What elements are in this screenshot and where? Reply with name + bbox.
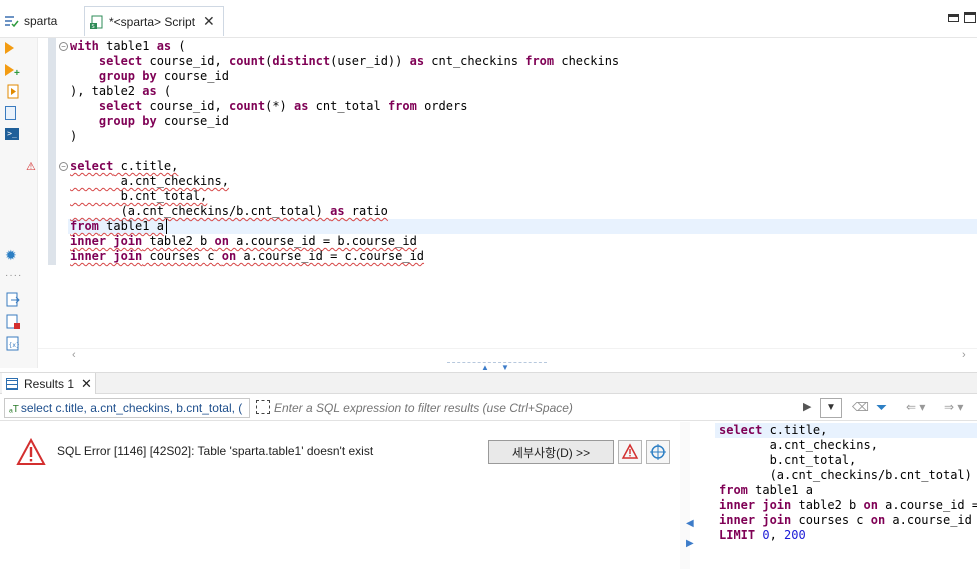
maximize-panel-icon[interactable]: ▲ [481, 363, 489, 372]
file-error-icon [6, 314, 20, 329]
query-preview-panel: select c.title, a.cnt_checkins, b.cnt_to… [707, 422, 977, 569]
preview-line: (a.cnt_checkins/b.cnt_total) [719, 468, 972, 482]
export-button[interactable] [5, 292, 21, 308]
expand-filter-icon[interactable] [256, 400, 270, 414]
error-log-button[interactable] [618, 440, 642, 464]
minimize-icon[interactable] [948, 14, 959, 22]
apply-filter-icon[interactable]: ▶ [803, 399, 811, 415]
filter-input[interactable] [274, 398, 798, 418]
sql-script-icon: S [89, 14, 105, 30]
connection-list-icon [4, 13, 20, 29]
show-output-button[interactable]: >_ [5, 128, 21, 144]
search-error-button[interactable] [646, 440, 670, 464]
forward-icon[interactable]: ⇒ ▾ [944, 399, 963, 415]
document-icon [5, 106, 16, 120]
query-text: select c.title, a.cnt_checkins, b.cnt_to… [20, 401, 243, 415]
more-icon: ···· [5, 270, 23, 281]
execute-in-new-tab-button[interactable]: + [5, 64, 21, 80]
preview-line: inner join table2 b on a.course_id = [719, 498, 977, 512]
text-caret [166, 219, 167, 234]
tab-sparta[interactable]: sparta [4, 8, 57, 34]
preview-line: LIMIT 0, 200 [719, 528, 806, 542]
panel-splitter[interactable]: ▲ ▼ [447, 362, 547, 372]
svg-text:{x}: {x} [9, 342, 20, 349]
details-button[interactable]: 세부사항(D) >> [488, 440, 614, 464]
error-panel: SQL Error [1146] [42S02]: Table 'sparta.… [0, 422, 690, 569]
preview-line: a.cnt_checkins, [719, 438, 878, 452]
code-line: select c.title, [70, 159, 179, 173]
play-icon [5, 42, 14, 54]
fold-toggle-icon[interactable]: − [59, 42, 68, 51]
editor-side-toolbar: + >_ ✹ ···· {x} [0, 38, 38, 368]
statement-ruler-active [48, 163, 56, 265]
results-tab-label: Results 1 [24, 376, 75, 391]
scroll-left-icon[interactable]: ‹ [72, 349, 76, 361]
code-line: inner join table2 b on a.course_id = b.c… [70, 234, 417, 248]
back-icon[interactable]: ⇐ ▾ [906, 399, 925, 415]
current-line-highlight [68, 219, 977, 234]
preview-line: from table1 a [719, 483, 813, 497]
sql-text-icon: ₐT [9, 404, 19, 415]
variables-button[interactable]: {x} [5, 336, 21, 352]
editor-horizontal-scrollbar[interactable]: ‹ › [38, 348, 977, 362]
tab-script-label: *<sparta> Script [109, 14, 196, 29]
tab-sparta-label: sparta [24, 14, 58, 28]
execute-statement-button[interactable] [5, 42, 21, 58]
editor-tab-bar: sparta S *<sparta> Script ✕ [0, 0, 977, 38]
preview-line: select c.title, [719, 423, 828, 437]
explain-plan-button[interactable] [5, 106, 21, 122]
settings-button[interactable]: ✹ [5, 247, 21, 263]
code-line: group by course_id [98, 69, 229, 83]
maximize-icon[interactable] [964, 12, 976, 23]
svg-text:S: S [92, 24, 95, 30]
preview-line: inner join courses c on a.course_id [719, 513, 972, 527]
restore-panel-icon[interactable]: ▼ [501, 363, 509, 372]
warning-icon [621, 443, 639, 459]
query-text-chip[interactable]: ₐT select c.title, a.cnt_checkins, b.cnt_… [4, 398, 250, 418]
crosshair-icon [650, 444, 666, 460]
close-icon[interactable]: ✕ [81, 376, 92, 392]
preview-line: b.cnt_total, [719, 453, 857, 467]
results-tab-bar: Results 1 ✕ [0, 372, 977, 394]
code-line: a.cnt_checkins, [70, 174, 229, 188]
grid-icon [6, 377, 18, 390]
code-line: ) [70, 129, 78, 143]
warning-icon: ⚠ [26, 161, 36, 173]
results-filter-bar: ₐT select c.title, a.cnt_checkins, b.cnt_… [0, 395, 977, 421]
code-line: select course_id, count(*) as cnt_total … [98, 99, 468, 113]
panel-toggle[interactable]: ◀ ▶ [684, 510, 696, 560]
variables-icon: {x} [6, 336, 20, 351]
terminal-icon: >_ [5, 128, 19, 140]
sql-editor[interactable]: − − ⚠ with table1 as ( select course_id,… [26, 38, 977, 348]
tab-results-1[interactable]: Results 1 ✕ [2, 373, 96, 394]
import-button[interactable] [5, 314, 21, 330]
fold-toggle-icon[interactable]: − [59, 162, 68, 171]
close-icon[interactable]: ✕ [203, 13, 215, 30]
filter-history-dropdown[interactable]: ▼ [820, 398, 842, 418]
code-line: inner join courses c on a.course_id = c.… [70, 249, 425, 263]
gear-icon: ✹ [5, 247, 17, 263]
scroll-right-icon[interactable]: › [962, 349, 966, 361]
export-icon [6, 292, 20, 307]
code-line: (a.cnt_checkins/b.cnt_total) as ratio [70, 204, 388, 218]
code-line: from table1 a [70, 219, 164, 233]
filter-icon[interactable]: ⏷ [876, 399, 887, 415]
play-plus-icon [5, 64, 14, 76]
collapse-left-icon[interactable]: ◀ [686, 518, 694, 529]
code-line: b.cnt_total, [70, 189, 208, 203]
code-line: with table1 as ( [70, 39, 186, 53]
error-warning-icon [16, 438, 46, 465]
script-run-icon [7, 84, 19, 99]
code-line: select course_id, count(distinct(user_id… [98, 54, 620, 68]
expand-right-icon[interactable]: ▶ [686, 538, 694, 549]
execute-script-button[interactable] [5, 84, 21, 100]
error-message: SQL Error [1146] [42S02]: Table 'sparta.… [57, 444, 374, 458]
code-line: group by course_id [98, 114, 229, 128]
code-line: ), table2 as ( [70, 84, 172, 98]
tab-script[interactable]: S *<sparta> Script ✕ [84, 6, 224, 36]
eraser-icon[interactable]: ⌫ [852, 399, 869, 415]
